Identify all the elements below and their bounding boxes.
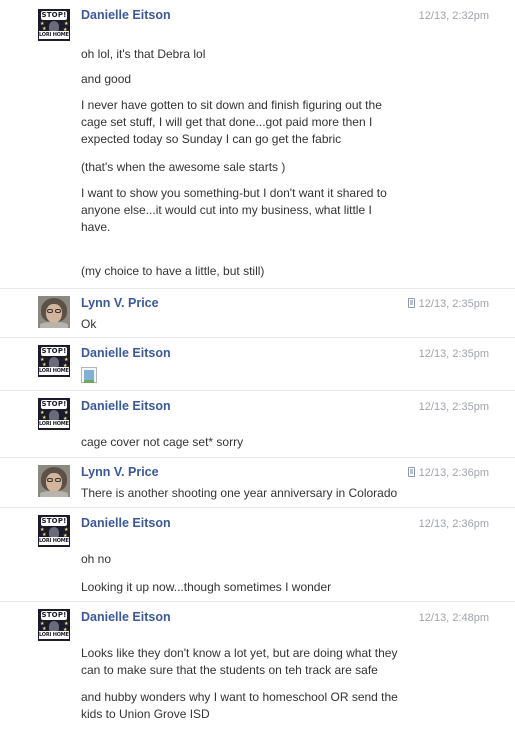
star-icon: ★ (63, 363, 68, 369)
stop-poster-avatar[interactable]: STOP!LORI HOMER★★★★ (38, 345, 70, 377)
avatar-stop-text: STOP! (41, 347, 67, 355)
timestamp-text: 12/13, 2:35pm (418, 401, 489, 413)
author-name-link[interactable]: Danielle Eitson (81, 346, 171, 360)
message-text: anyone else...it would cut into my busin… (81, 203, 372, 217)
star-icon: ★ (63, 533, 68, 539)
message-timestamp: 12/13, 2:35pm (419, 401, 489, 413)
message-timestamp: 12/13, 2:36pm (407, 467, 489, 479)
stop-poster-avatar[interactable]: STOP!LORI HOMER★★★★ (38, 398, 70, 430)
message-timestamp: 12/13, 2:48pm (419, 612, 489, 624)
message-group: STOP!LORI HOMER★★★★Danielle Eitson12/13,… (0, 337, 515, 390)
author-name-link[interactable]: Danielle Eitson (81, 8, 171, 22)
message-text: cage cover not cage set* sorry (81, 435, 244, 449)
message-timestamp: 12/13, 2:32pm (419, 10, 489, 22)
avatar-figure (49, 527, 59, 537)
message-text: and good (81, 72, 132, 86)
message-group: STOP!LORI HOMER★★★★Danielle Eitson12/13,… (0, 601, 515, 741)
message-text: can to make sure that the students on te… (81, 663, 378, 677)
author-name-link[interactable]: Lynn V. Price (81, 296, 159, 310)
avatar-stop-text: STOP! (41, 400, 67, 408)
avatar-face (46, 473, 62, 492)
star-icon: ★ (42, 415, 47, 421)
message-group: STOP!LORI HOMER★★★★Danielle Eitson12/13,… (0, 507, 515, 601)
user-photo-avatar[interactable] (38, 465, 70, 497)
avatar-stop-text: STOP! (41, 11, 67, 19)
star-icon: ★ (63, 627, 68, 633)
message-text: (my choice to have a little, but still) (81, 264, 265, 278)
star-icon: ★ (63, 27, 68, 33)
avatar-figure (49, 357, 59, 367)
message-group: STOP!LORI HOMER★★★★Danielle Eitson12/13,… (0, 0, 515, 288)
avatar-shirt (40, 491, 68, 497)
timestamp-text: 12/13, 2:36pm (418, 518, 489, 530)
star-icon: ★ (42, 26, 47, 32)
avatar-stop-text: STOP! (41, 611, 67, 619)
message-text: oh no (81, 552, 112, 566)
message-group: STOP!LORI HOMER★★★★Danielle Eitson12/13,… (0, 390, 515, 457)
message-timestamp: 12/13, 2:35pm (419, 348, 489, 360)
timestamp-text: 12/13, 2:48pm (418, 612, 489, 624)
message-text: kids to Union Grove ISD (81, 707, 210, 721)
message-text: cage set stuff, I will get that done...g… (81, 115, 373, 129)
timestamp-text: 12/13, 2:36pm (418, 467, 489, 479)
message-text: Ok (81, 317, 97, 331)
broken-image-icon[interactable] (81, 367, 97, 383)
message-text: have. (81, 220, 111, 234)
message-group: Lynn V. Price 12/13, 2:36pm There is anoth… (0, 457, 515, 507)
message-text: oh lol, it's that Debra lol (81, 47, 206, 61)
mobile-phone-icon (407, 298, 415, 308)
message-text: and hubby wonders why I want to homescho… (81, 690, 398, 704)
avatar-shirt (40, 322, 68, 328)
author-name-link[interactable]: Danielle Eitson (81, 516, 171, 530)
avatar-stop-text: STOP! (41, 517, 67, 525)
avatar-figure (49, 21, 59, 31)
avatar-figure (49, 410, 59, 420)
message-timestamp: 12/13, 2:36pm (419, 518, 489, 530)
avatar-glasses-right (55, 478, 61, 482)
star-icon: ★ (42, 362, 47, 368)
timestamp-text: 12/13, 2:35pm (418, 348, 489, 360)
author-name-link[interactable]: Danielle Eitson (81, 399, 171, 413)
author-name-link[interactable]: Lynn V. Price (81, 465, 159, 479)
message-text: I want to show you something-but I don't… (81, 186, 387, 200)
author-name-link[interactable]: Danielle Eitson (81, 610, 171, 624)
timestamp-text: 12/13, 2:35pm (418, 298, 489, 310)
message-timestamp: 12/13, 2:35pm (407, 298, 489, 310)
message-text: I never have gotten to sit down and fini… (81, 98, 382, 112)
message-text: (that's when the awesome sale starts ) (81, 160, 286, 174)
avatar-figure (49, 621, 59, 631)
stop-poster-avatar[interactable]: STOP!LORI HOMER★★★★ (38, 515, 70, 547)
message-text: Looking it up now...though sometimes I w… (81, 580, 332, 594)
stop-poster-avatar[interactable]: STOP!LORI HOMER★★★★ (38, 9, 70, 41)
message-text: expected today so Sunday I can go get th… (81, 132, 342, 146)
message-thread: STOP!LORI HOMER★★★★Danielle Eitson12/13,… (0, 0, 515, 741)
star-icon: ★ (42, 626, 47, 632)
message-text: Looks like they don't know a lot yet, bu… (81, 646, 398, 660)
avatar-glasses-left (47, 309, 53, 313)
message-group: Lynn V. Price 12/13, 2:35pm Ok (0, 288, 515, 337)
avatar-face (46, 304, 62, 323)
user-photo-avatar[interactable] (38, 296, 70, 328)
avatar-glasses-left (47, 478, 53, 482)
timestamp-text: 12/13, 2:32pm (418, 10, 489, 22)
star-icon: ★ (42, 532, 47, 538)
avatar-glasses-right (55, 309, 61, 313)
message-text: There is another shooting one year anniv… (81, 486, 398, 500)
mobile-phone-icon (407, 467, 415, 477)
star-icon: ★ (63, 416, 68, 422)
stop-poster-avatar[interactable]: STOP!LORI HOMER★★★★ (38, 609, 70, 641)
